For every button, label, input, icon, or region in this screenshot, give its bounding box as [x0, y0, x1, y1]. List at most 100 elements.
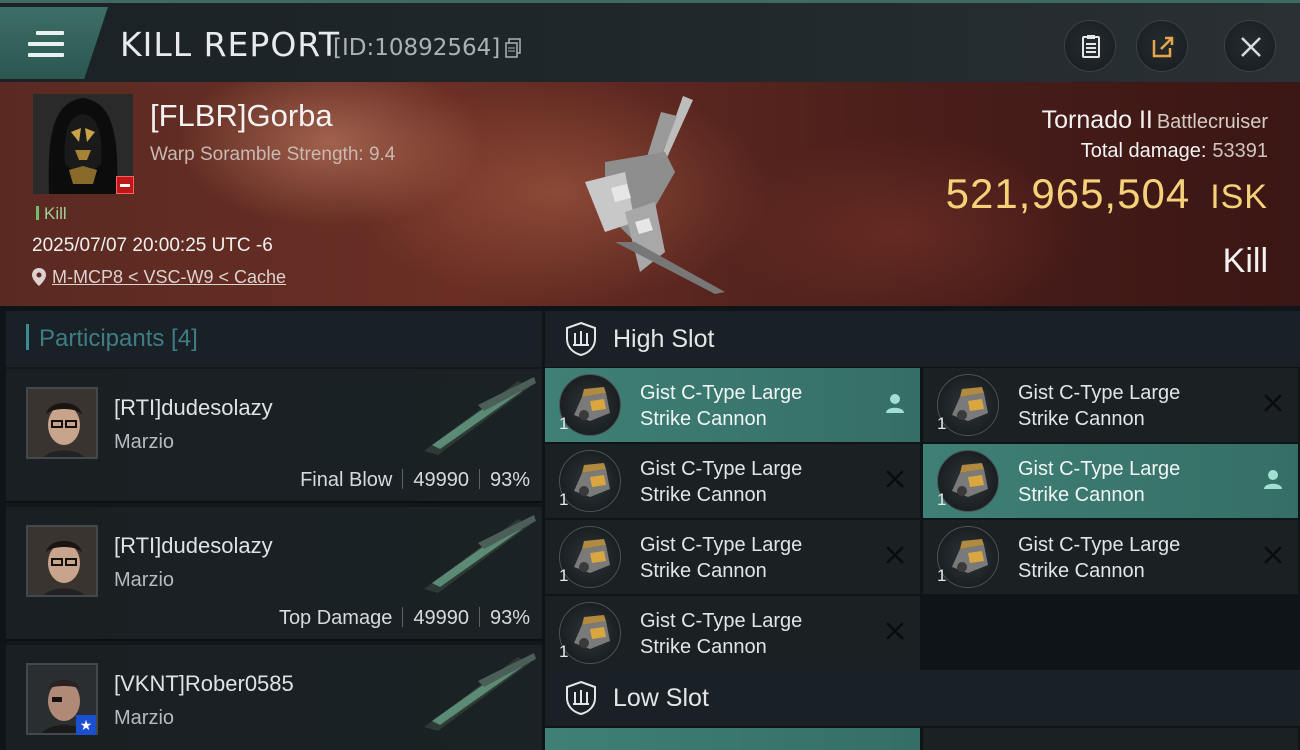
module-name: Gist C-Type Large Strike Cannon	[640, 458, 803, 506]
high-slot-module[interactable]: 1 Gist C-Type Large Strike Cannon	[545, 444, 920, 518]
destroyed-status	[884, 468, 906, 490]
low-slot-module[interactable]	[923, 728, 1298, 750]
share-button[interactable]	[1136, 20, 1188, 72]
victim-ship-type: Tornado II Battlecruiser	[1042, 106, 1268, 135]
high-slot-module[interactable]: 1 Gist C-Type Large Strike Cannon	[545, 520, 920, 594]
stat-label: Top Damage	[278, 607, 393, 629]
damage-value: 49990	[413, 607, 469, 629]
location-pin-icon	[32, 268, 46, 286]
high-slot-module[interactable]: 1 Gist C-Type Large Strike Cannon	[545, 596, 920, 670]
page-title: KILL REPORT	[120, 25, 340, 64]
dropped-status	[884, 392, 906, 414]
participant-row[interactable]: [RTI]dudesolazy Marzio Final Blow 49990 93…	[6, 369, 542, 503]
location-link[interactable]: M-MCP8 < VSC-W9 < Cache	[52, 267, 286, 287]
module-name: Gist C-Type Large Strike Cannon	[1018, 458, 1181, 506]
high-slot-module[interactable]: 1 Gist C-Type Large Strike Cannon	[923, 444, 1298, 518]
clipboard-button[interactable]	[1064, 20, 1116, 72]
participant-ship: Marzio	[114, 569, 175, 591]
participant-ship-image	[424, 653, 536, 731]
high-slot-module[interactable]: 1 Gist C-Type Large Strike Cannon	[923, 520, 1298, 594]
isk-value: 521,965,504 ISK	[946, 170, 1268, 218]
damage-percent: 93%	[489, 607, 530, 629]
high-slot-module[interactable]: 1 Gist C-Type Large Strike Cannon	[923, 368, 1298, 442]
low-slot-module[interactable]	[545, 728, 920, 750]
destroyed-status	[1262, 392, 1284, 414]
victim-ship-image	[585, 96, 725, 294]
module-quantity: 1	[559, 414, 569, 433]
star-badge-icon: ★	[76, 715, 96, 735]
destroyed-status	[1262, 544, 1284, 566]
total-damage: Total damage: 53391	[1081, 140, 1268, 163]
high-slot-module[interactable]: 1 Gist C-Type Large Strike Cannon	[545, 368, 920, 442]
person-icon	[1264, 470, 1282, 489]
high-slot-label: High Slot	[613, 325, 715, 353]
copy-icon[interactable]	[505, 38, 521, 58]
x-icon	[1264, 394, 1282, 412]
module-name: Gist C-Type Large Strike Cannon	[640, 534, 803, 582]
damage-value: 49990	[413, 469, 469, 491]
fitting-panel[interactable]: High Slot 1 Gist C-Type Large Strike Canno…	[545, 311, 1300, 750]
victim-name[interactable]: [FLBR]Gorba	[150, 98, 333, 134]
isk-unit: ISK	[1210, 178, 1268, 216]
kill-tag: Kill	[36, 204, 67, 224]
participant-name: [RTI]dudesolazy	[114, 395, 273, 420]
ship-class: Battlecruiser	[1156, 111, 1268, 133]
damage-percent: 93%	[489, 469, 530, 491]
destroyed-status	[884, 620, 906, 642]
menu-button[interactable]	[0, 7, 108, 79]
kill-datetime: 2025/07/07 20:00:25 UTC -6	[32, 235, 273, 256]
slot-shield-icon	[566, 680, 596, 716]
clipboard-icon	[1082, 35, 1100, 58]
participants-header: Participants [4]	[6, 311, 542, 367]
module-quantity: 1	[559, 566, 569, 585]
person-icon	[886, 394, 904, 413]
x-icon	[886, 470, 904, 488]
module-quantity: 1	[937, 490, 947, 509]
high-slot-header: High Slot	[545, 311, 1300, 367]
participant-name: [VKNT]Rober0585	[114, 671, 294, 696]
close-button[interactable]	[1224, 20, 1276, 72]
participant-avatar	[26, 525, 98, 597]
total-damage-label: Total damage:	[1080, 140, 1207, 162]
kill-id: [ID:10892564]	[333, 35, 501, 61]
kill-location[interactable]: M-MCP8 < VSC-W9 < Cache	[32, 267, 286, 288]
corp-badge	[116, 176, 134, 194]
participant-row[interactable]: [RTI]dudesolazy Marzio Top Damage 49990 93…	[6, 507, 542, 641]
isk-amount: 521,965,504	[945, 170, 1191, 217]
module-quantity: 1	[559, 490, 569, 509]
close-icon	[1241, 37, 1261, 57]
participant-ship: Marzio	[114, 707, 175, 729]
module-name: Gist C-Type Large Strike Cannon	[640, 382, 803, 430]
stat-label: Final Blow	[300, 469, 393, 491]
share-icon	[1152, 36, 1174, 58]
participant-ship-image	[424, 515, 536, 593]
kill-banner: [FLBR]Gorba Warp Soramble Strength: 9.4 …	[0, 82, 1300, 306]
module-quantity: 1	[937, 566, 947, 585]
x-icon	[1264, 546, 1282, 564]
participant-stats: Top Damage 49990 93%	[279, 607, 530, 630]
ship-name: Tornado II	[1041, 106, 1153, 134]
participant-ship: Marzio	[114, 431, 175, 453]
low-slot-header: Low Slot	[545, 670, 1300, 726]
x-icon	[886, 622, 904, 640]
module-name: Gist C-Type Large Strike Cannon	[640, 610, 803, 658]
warp-scramble-strength: Warp Soramble Strength: 9.4	[150, 144, 396, 165]
participant-ship-image	[424, 377, 536, 455]
module-name: Gist C-Type Large Strike Cannon	[1018, 534, 1181, 582]
top-bar: KILL REPORT [ID:10892564]	[0, 0, 1300, 82]
dropped-status	[1262, 468, 1284, 490]
module-quantity: 1	[937, 414, 947, 433]
module-quantity: 1	[559, 642, 569, 661]
participant-avatar	[26, 387, 98, 459]
module-name: Gist C-Type Large Strike Cannon	[1018, 382, 1181, 430]
participant-stats: Final Blow 49990 93%	[300, 469, 530, 492]
total-damage-value: 53391	[1212, 140, 1268, 162]
report-result: Kill	[1222, 242, 1268, 280]
destroyed-status	[884, 544, 906, 566]
low-slot-label: Low Slot	[613, 684, 709, 712]
hamburger-icon	[28, 31, 64, 59]
participant-row[interactable]: ★ [VKNT]Rober0585 Marzio	[6, 645, 542, 750]
participants-panel[interactable]: Participants [4] [RTI]dudesolazy Marzio …	[6, 311, 542, 750]
slot-shield-icon	[566, 321, 596, 357]
x-icon	[886, 546, 904, 564]
